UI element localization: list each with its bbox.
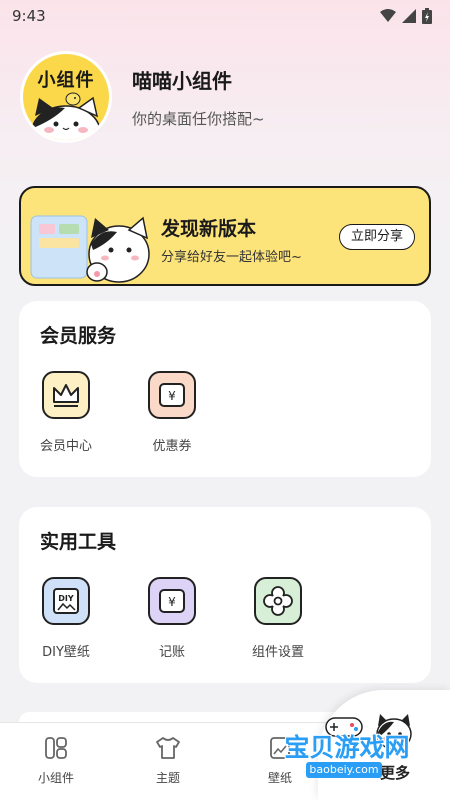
- status-time: 9:43: [12, 7, 46, 25]
- bookkeeping-tile[interactable]: ¥ 记账: [132, 577, 212, 660]
- bookkeeping-label: 记账: [158, 645, 185, 660]
- utility-tools-title: 实用工具: [40, 531, 117, 553]
- tshirt-icon: [156, 737, 180, 759]
- widget-settings-tile[interactable]: 组件设置: [238, 577, 318, 660]
- battery-icon: [422, 8, 432, 24]
- avatar[interactable]: 小组件: [20, 51, 112, 143]
- svg-text:DIY: DIY: [58, 594, 74, 603]
- wifi-icon: [380, 9, 396, 22]
- signal-icon: [402, 9, 416, 23]
- tab-themes-label: 主题: [155, 771, 180, 785]
- share-now-button[interactable]: 立即分享: [338, 224, 415, 250]
- diy-wallpaper-label: DIY壁纸: [42, 645, 90, 660]
- settings-flower-icon: [254, 577, 302, 625]
- member-services-card: 会员服务 会员中心 ¥ 优惠券: [19, 301, 431, 477]
- coupon-label: 优惠券: [152, 439, 192, 454]
- promo-subtitle: 分享给好友一起体验吧~: [161, 250, 302, 265]
- member-center-label: 会员中心: [39, 439, 92, 454]
- status-bar: 9:43: [0, 0, 450, 32]
- promo-title: 发现新版本: [161, 218, 257, 240]
- watermark-url: baobeiy.com: [306, 762, 382, 778]
- bookkeeping-icon: ¥: [148, 577, 196, 625]
- member-services-title: 会员服务: [40, 325, 117, 347]
- status-icons: [380, 8, 432, 24]
- crown-icon: [42, 371, 90, 419]
- cat-waving-illustration: [30, 215, 150, 283]
- tab-widgets[interactable]: 小组件: [16, 735, 96, 786]
- tab-themes[interactable]: 主题: [128, 735, 208, 786]
- more-label[interactable]: 更多: [380, 762, 410, 783]
- widgets-icon: [45, 737, 67, 759]
- coupon-icon: ¥: [148, 371, 196, 419]
- new-version-banner[interactable]: 发现新版本 分享给好友一起体验吧~ 立即分享: [19, 186, 431, 286]
- diy-wallpaper-tile[interactable]: DIY DIY壁纸: [26, 577, 106, 660]
- profile-header[interactable]: 小组件 喵喵小组件 你的桌面任你搭配~: [20, 50, 430, 144]
- profile-name: 喵喵小组件: [132, 69, 232, 93]
- tab-widgets-label: 小组件: [37, 771, 74, 785]
- widget-settings-label: 组件设置: [251, 645, 304, 660]
- profile-motto: 你的桌面任你搭配~: [132, 110, 265, 128]
- utility-tools-card: 实用工具 DIY DIY壁纸 ¥ 记账 组件设置: [19, 507, 431, 683]
- diy-wallpaper-icon: DIY: [42, 577, 90, 625]
- svg-text:¥: ¥: [168, 595, 176, 609]
- watermark-text: 宝贝游戏网: [284, 733, 410, 762]
- coupon-tile[interactable]: ¥ 优惠券: [132, 371, 212, 454]
- svg-text:¥: ¥: [168, 389, 176, 403]
- member-center-tile[interactable]: 会员中心: [26, 371, 106, 454]
- cat-mascot-icon: [31, 92, 101, 140]
